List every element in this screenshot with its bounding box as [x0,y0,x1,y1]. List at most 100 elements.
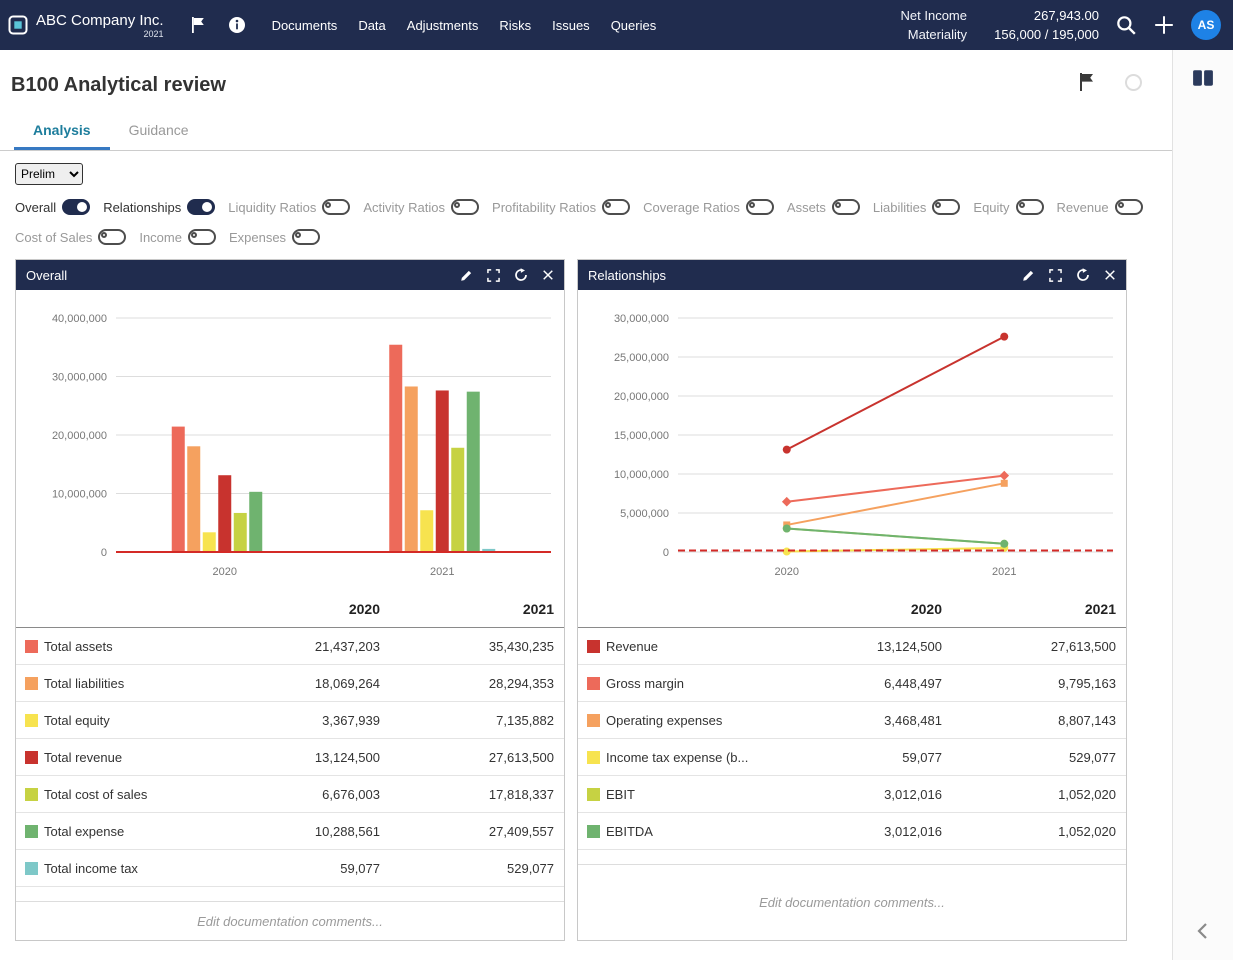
toggle-relationships[interactable]: Relationships [103,199,215,215]
table-row: EBIT3,012,0161,052,020 [578,776,1126,813]
info-icon[interactable] [228,16,246,34]
edit-pencil-icon[interactable] [460,269,473,282]
entity-selector[interactable]: ABC Company Inc. 2021 [36,12,164,39]
toggle-assets[interactable]: Assets [787,199,860,215]
value-2020: 59,077 [778,750,952,765]
row-label: Total expense [44,824,124,839]
engagement-metrics: Net Income 267,943.00 Materiality 156,00… [901,8,1099,42]
tab-guidance[interactable]: Guidance [110,113,208,150]
toggle-revenue[interactable]: Revenue [1057,199,1143,215]
row-label: EBITDA [606,824,653,839]
panel-relationships: Relationships 05,000 [577,259,1127,941]
document-page: B100 Analytical review Analysis Guidance… [0,50,1172,960]
toggle-equity[interactable]: Equity [973,199,1043,215]
toggle-label: Liquidity Ratios [228,200,316,215]
toggle-switch[interactable] [98,229,126,245]
toggle-income[interactable]: Income [139,229,216,245]
toggle-coverage-ratios[interactable]: Coverage Ratios [643,199,774,215]
toggle-expenses[interactable]: Expenses [229,229,320,245]
value-2021: 8,807,143 [952,713,1126,728]
svg-text:25,000,000: 25,000,000 [614,352,669,364]
nav-queries[interactable]: Queries [611,18,657,33]
toggle-switch[interactable] [187,199,215,215]
row-label: Revenue [606,639,658,654]
row-label: Total cost of sales [44,787,147,802]
svg-text:2021: 2021 [430,566,454,578]
value-2021: 27,409,557 [390,824,564,839]
table-row: Operating expenses3,468,4818,807,143 [578,702,1126,739]
nav-issues[interactable]: Issues [552,18,590,33]
toggle-liabilities[interactable]: Liabilities [873,199,960,215]
close-icon[interactable] [542,269,554,281]
toggle-switch[interactable] [932,199,960,215]
table-row: Total revenue13,124,50027,613,500 [16,739,564,776]
avatar[interactable]: AS [1191,10,1221,40]
toggle-label: Relationships [103,200,181,215]
value-2021: 28,294,353 [390,676,564,691]
status-circle-icon[interactable] [1125,74,1142,91]
tab-bar: Analysis Guidance [0,113,1172,151]
collapse-chevron-icon[interactable] [1193,921,1213,946]
value-2020: 21,437,203 [216,639,390,654]
toggle-label: Coverage Ratios [643,200,740,215]
documentation-comments-field[interactable]: Edit documentation comments... [16,901,564,940]
table-row: Total cost of sales6,676,00317,818,337 [16,776,564,813]
value-2020: 13,124,500 [778,639,952,654]
toggle-row-1: Overall Relationships Liquidity Ratios Acti… [15,199,1172,215]
value-2020: 3,012,016 [778,824,952,839]
flag-icon[interactable] [1078,72,1095,92]
toggle-label: Assets [787,200,826,215]
toggle-switch[interactable] [746,199,774,215]
toggle-switch[interactable] [188,229,216,245]
nav-documents[interactable]: Documents [272,18,338,33]
toggle-switch[interactable] [62,199,90,215]
table-row: Total expense10,288,56127,409,557 [16,813,564,850]
document-pane-icon[interactable] [1192,68,1214,93]
documentation-comments-field[interactable]: Edit documentation comments... [578,864,1126,940]
toggle-switch[interactable] [832,199,860,215]
table-column-headers: 2020 2021 [578,590,1126,628]
table-column-headers: 2020 2021 [16,590,564,628]
legend-swatch [25,825,38,838]
nav-risks[interactable]: Risks [499,18,531,33]
flag-icon[interactable] [190,16,206,34]
legend-swatch [587,825,600,838]
reset-icon[interactable] [1076,268,1090,282]
legend-swatch [25,640,38,653]
svg-text:5,000,000: 5,000,000 [620,508,669,520]
add-icon[interactable] [1153,14,1175,36]
expand-icon[interactable] [487,269,500,282]
toggle-switch[interactable] [602,199,630,215]
value-2021: 27,613,500 [390,750,564,765]
toggle-cost-of-sales[interactable]: Cost of Sales [15,229,126,245]
period-select[interactable]: Prelim [15,163,83,185]
value-2021: 1,052,020 [952,824,1126,839]
nav-data[interactable]: Data [358,18,385,33]
close-icon[interactable] [1104,269,1116,281]
value-2021: 7,135,882 [390,713,564,728]
toggle-switch[interactable] [292,229,320,245]
value-2021: 1,052,020 [952,787,1126,802]
toggle-profitability-ratios[interactable]: Profitability Ratios [492,199,630,215]
toggle-switch[interactable] [1016,199,1044,215]
company-name: ABC Company Inc. [36,12,164,29]
toggle-switch[interactable] [451,199,479,215]
reset-icon[interactable] [514,268,528,282]
legend-swatch [587,640,600,653]
panel-header: Overall [16,260,564,290]
edit-pencil-icon[interactable] [1022,269,1035,282]
tab-analysis[interactable]: Analysis [14,113,110,150]
column-2020: 2020 [778,601,952,617]
toggle-switch[interactable] [322,199,350,215]
legend-swatch [25,714,38,727]
svg-text:2021: 2021 [992,566,1016,578]
toggle-liquidity-ratios[interactable]: Liquidity Ratios [228,199,350,215]
nav-adjustments[interactable]: Adjustments [407,18,479,33]
search-icon[interactable] [1115,14,1137,36]
net-income-value: 267,943.00 [971,8,1099,23]
toggle-activity-ratios[interactable]: Activity Ratios [363,199,479,215]
expand-icon[interactable] [1049,269,1062,282]
toggle-switch[interactable] [1115,199,1143,215]
value-2021: 35,430,235 [390,639,564,654]
toggle-overall[interactable]: Overall [15,199,90,215]
